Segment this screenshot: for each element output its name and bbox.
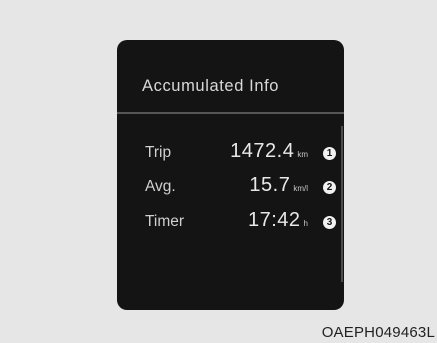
timer-number: 17:42 xyxy=(247,209,301,231)
title-divider xyxy=(117,112,344,114)
trip-number: 1472.4 xyxy=(230,140,295,162)
timer-value: 17:42 h xyxy=(248,209,308,232)
average-row: Avg. 15.7 km/l 2 xyxy=(117,170,344,200)
display-title: Accumulated Info xyxy=(142,77,280,95)
average-value: 15.7 km/l xyxy=(249,174,308,197)
timer-unit: h xyxy=(303,219,308,228)
trip-label: Trip xyxy=(145,144,172,161)
timer-label: Timer xyxy=(145,213,185,230)
callout-1-icon: 1 xyxy=(323,147,336,160)
average-label: Avg. xyxy=(145,178,176,195)
callout-3-icon: 3 xyxy=(323,216,336,229)
trip-row: Trip 1472.4 km 1 xyxy=(117,136,344,166)
average-unit: km/l xyxy=(293,184,308,193)
average-number: 15.7 xyxy=(249,174,291,196)
figure-code: OAEPH049463L xyxy=(321,324,435,341)
timer-row: Timer 17:42 h 3 xyxy=(117,205,344,235)
trip-value: 1472.4 km xyxy=(230,140,308,163)
trip-unit: km xyxy=(297,150,308,159)
cluster-display: Accumulated Info Trip 1472.4 km 1 Avg. 15… xyxy=(117,40,344,310)
callout-2-icon: 2 xyxy=(323,181,336,194)
